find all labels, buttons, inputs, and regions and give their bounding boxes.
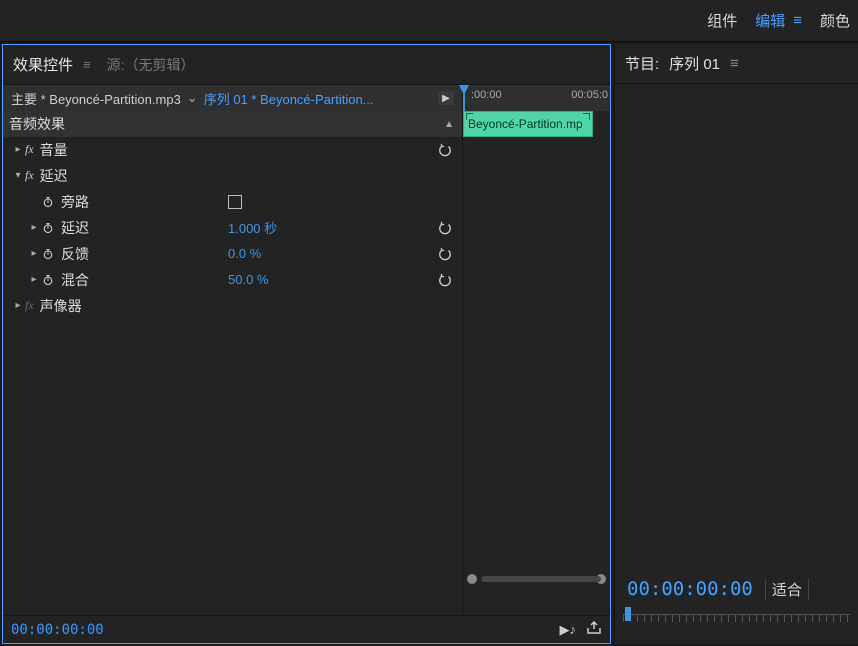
collapse-up-icon[interactable]: ▲ xyxy=(444,119,454,130)
toggle-playback-icon[interactable]: ▶♪ xyxy=(560,622,577,638)
ruler-tick: 00:05:0 xyxy=(571,89,608,101)
clip-breadcrumb: 主要 * Beyoncé-Partition.mp3 ⌄ 序列 01 * Bey… xyxy=(3,85,462,111)
effect-row-delay[interactable]: fx 延迟 xyxy=(3,163,462,189)
stopwatch-icon[interactable] xyxy=(41,195,55,209)
workspace-tab-edit[interactable]: 编辑 ≡ xyxy=(755,10,802,31)
bypass-checkbox[interactable] xyxy=(228,195,242,209)
reset-button[interactable] xyxy=(436,219,454,237)
audio-effects-header[interactable]: 音频效果 ▲ xyxy=(3,111,462,137)
workspace-tab-color[interactable]: 颜色 xyxy=(820,10,850,31)
program-monitor-panel: 节目: 序列 01 ≡ 00:00:00:00 适合 xyxy=(615,44,858,644)
stopwatch-icon[interactable] xyxy=(41,247,55,261)
param-row-mix: 混合 50.0 % xyxy=(3,267,462,293)
twisty-icon[interactable] xyxy=(27,274,41,285)
param-row-bypass: 旁路 xyxy=(3,189,462,215)
panel-menu-icon[interactable]: ≡ xyxy=(730,55,739,72)
effect-row-panner[interactable]: fx 声像器 xyxy=(3,293,462,319)
reset-button[interactable] xyxy=(436,141,454,159)
param-row-feedback: 反馈 0.0 % xyxy=(3,241,462,267)
mix-label: 混合 xyxy=(61,270,89,290)
zoom-fit-dropdown[interactable]: 适合 xyxy=(765,579,809,600)
fx-icon: fx xyxy=(25,298,34,313)
ruler-tick: :00:00 xyxy=(471,89,502,101)
twisty-icon[interactable] xyxy=(27,248,41,259)
twisty-icon[interactable] xyxy=(11,144,25,155)
panner-label: 声像器 xyxy=(40,296,82,316)
time-ruler[interactable]: :00:00 00:05:0 xyxy=(463,85,610,111)
twisty-icon[interactable] xyxy=(11,170,25,181)
chevron-down-icon[interactable]: ⌄ xyxy=(187,90,198,106)
play-button[interactable]: ▶ xyxy=(438,91,454,105)
effect-controls-tab[interactable]: 效果控件 xyxy=(13,54,73,75)
program-timecode[interactable]: 00:00:00:00 xyxy=(627,578,753,600)
delay-param-label: 延迟 xyxy=(61,218,89,238)
breadcrumb-sequence[interactable]: 序列 01 * Beyoncé-Partition... xyxy=(204,89,374,108)
panel-menu-icon[interactable]: ≡ xyxy=(83,57,91,72)
scroll-thumb[interactable] xyxy=(481,576,601,582)
effect-row-volume[interactable]: fx 音量 xyxy=(3,137,462,163)
export-icon[interactable] xyxy=(586,621,602,638)
effect-controls-panel: 效果控件 ≡ 源:（无剪辑） 主要 * Beyoncé-Partition.mp… xyxy=(2,44,611,644)
workspace-tab-assembly[interactable]: 组件 xyxy=(707,10,737,31)
delay-value[interactable]: 1.000 秒 xyxy=(228,218,277,237)
workspace-bar: 组件 编辑 ≡ 颜色 xyxy=(0,0,858,42)
program-time-ruler[interactable] xyxy=(623,614,850,634)
feedback-value[interactable]: 0.0 % xyxy=(228,246,261,261)
bypass-label: 旁路 xyxy=(61,192,89,212)
mix-value[interactable]: 50.0 % xyxy=(228,272,268,287)
stopwatch-icon[interactable] xyxy=(41,221,55,235)
reset-button[interactable] xyxy=(436,245,454,263)
hamburger-icon: ≡ xyxy=(793,13,802,28)
twisty-icon[interactable] xyxy=(27,222,41,233)
twisty-icon[interactable] xyxy=(11,300,25,311)
program-viewport[interactable] xyxy=(615,84,858,570)
playhead[interactable] xyxy=(463,85,465,111)
fx-icon: fx xyxy=(25,142,34,157)
clip-label: Beyoncé-Partition.mp xyxy=(468,117,583,131)
horizontal-scrollbar[interactable] xyxy=(463,571,610,587)
ruler-marks xyxy=(623,614,850,622)
program-playhead[interactable] xyxy=(625,607,631,621)
current-timecode[interactable]: 00:00:00:00 xyxy=(11,622,104,638)
delay-effect-label: 延迟 xyxy=(40,166,68,186)
feedback-label: 反馈 xyxy=(61,244,89,264)
audio-effects-label: 音频效果 xyxy=(9,114,65,134)
breadcrumb-master[interactable]: 主要 * Beyoncé-Partition.mp3 xyxy=(11,89,181,108)
program-sequence-name[interactable]: 序列 01 xyxy=(669,53,720,74)
zoom-handle-left[interactable] xyxy=(467,574,477,584)
audio-clip[interactable]: Beyoncé-Partition.mp xyxy=(463,111,593,137)
program-title-prefix: 节目: xyxy=(625,53,659,74)
stopwatch-icon[interactable] xyxy=(41,273,55,287)
workspace-tab-edit-label: 编辑 xyxy=(755,10,785,31)
source-tab[interactable]: 源:（无剪辑） xyxy=(107,55,195,75)
fx-icon: fx xyxy=(25,168,34,183)
param-row-delay: 延迟 1.000 秒 xyxy=(3,215,462,241)
effect-timeline[interactable]: :00:00 00:05:0 Beyoncé-Partition.mp xyxy=(463,85,610,615)
volume-label: 音量 xyxy=(40,140,68,160)
reset-button[interactable] xyxy=(436,271,454,289)
